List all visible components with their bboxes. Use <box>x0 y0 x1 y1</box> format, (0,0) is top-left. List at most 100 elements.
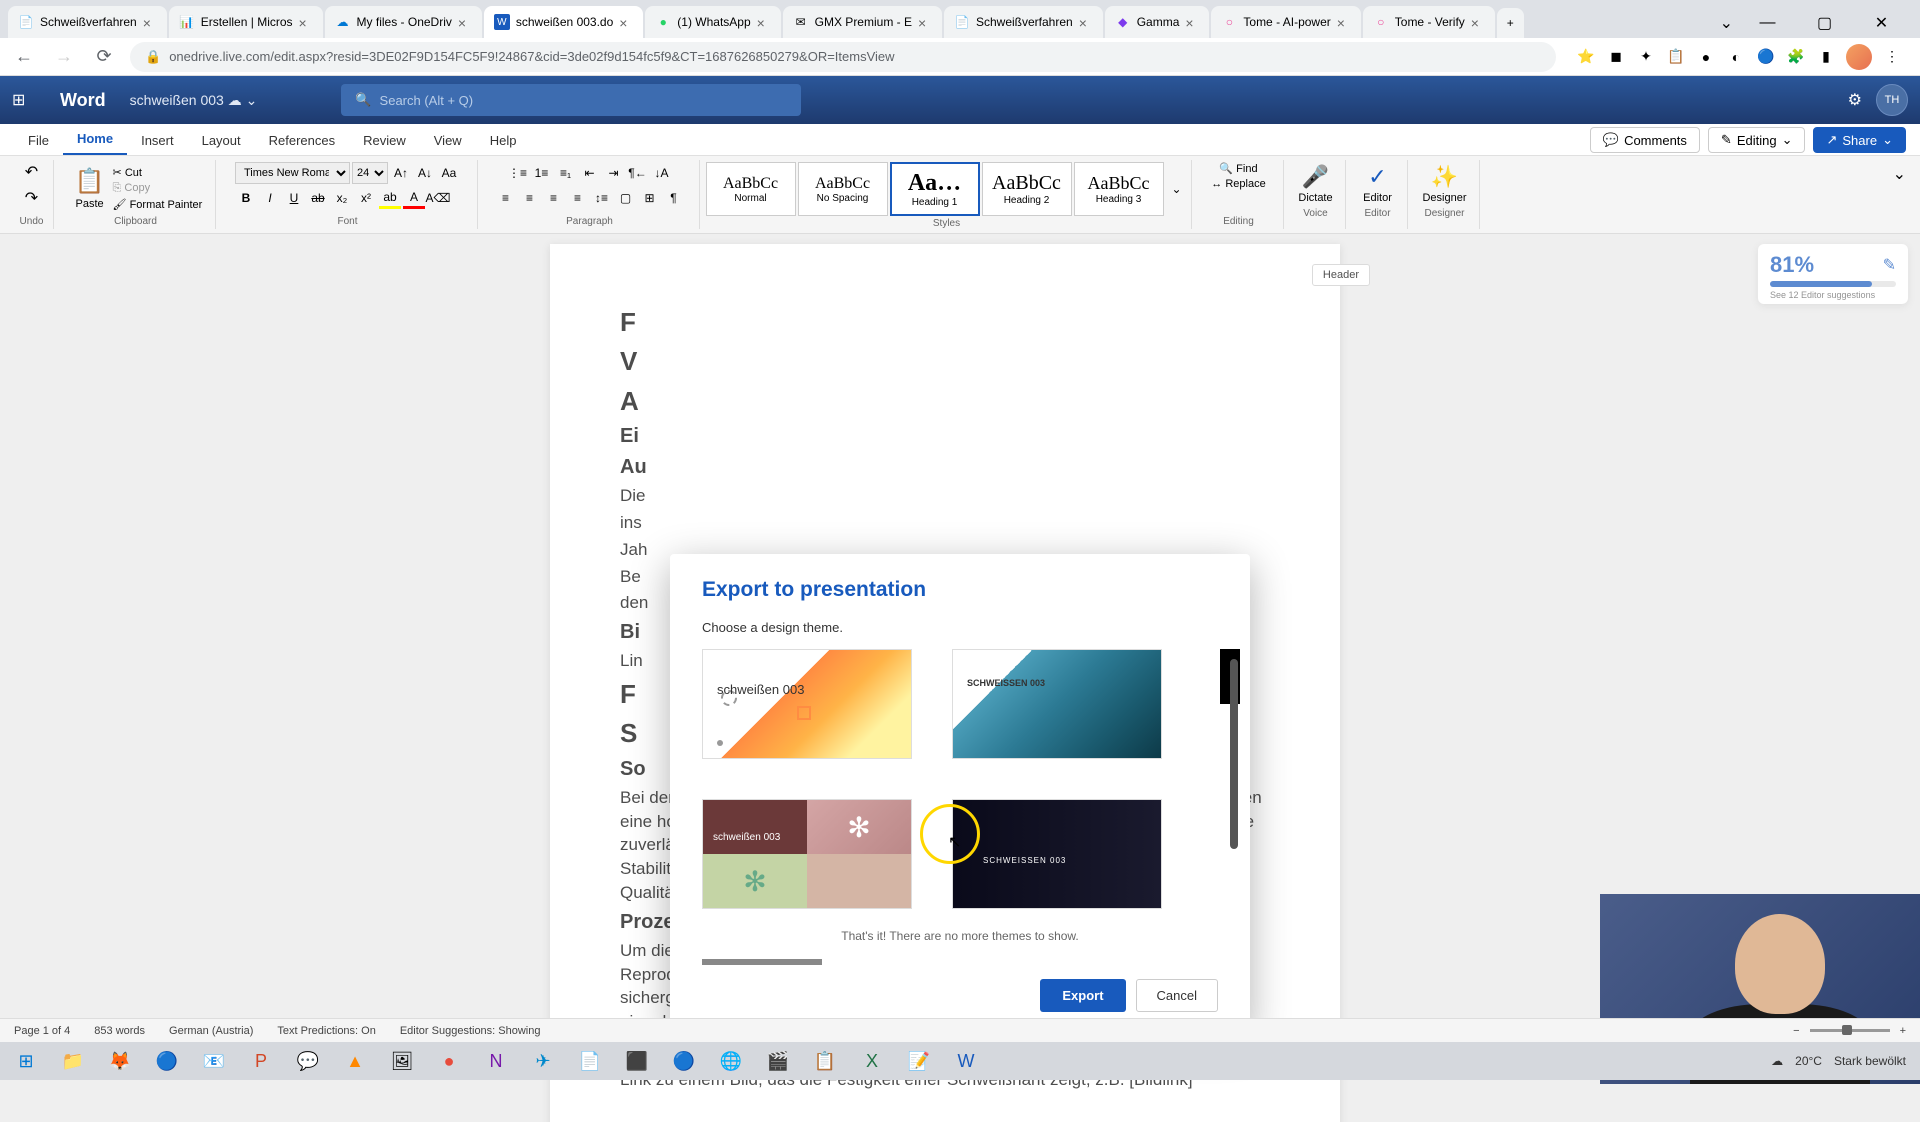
align-left-button[interactable]: ≡ <box>495 187 517 209</box>
dictate-button[interactable]: 🎤 Dictate <box>1292 162 1338 206</box>
copy-button[interactable]: ⎘ Copy <box>113 182 203 195</box>
extension-icon[interactable]: ● <box>1696 47 1716 67</box>
change-case-icon[interactable]: Aa <box>438 162 460 184</box>
close-icon[interactable]: × <box>1471 15 1485 29</box>
borders-button[interactable]: ⊞ <box>639 187 661 209</box>
language-indicator[interactable]: German (Austria) <box>169 1025 253 1037</box>
extension-icon[interactable]: ✦ <box>1636 47 1656 67</box>
app-icon[interactable]: 🌐 <box>709 1044 753 1078</box>
editor-button[interactable]: ✓ Editor <box>1357 162 1398 206</box>
reload-button[interactable]: ⟳ <box>90 43 118 71</box>
telegram-icon[interactable]: ✈ <box>521 1044 565 1078</box>
redo-icon[interactable]: ↷ <box>25 188 38 208</box>
theme-option[interactable]: SCHWEISSEN 003 <box>952 649 1162 759</box>
zoom-slider[interactable] <box>1810 1029 1890 1032</box>
tab-file[interactable]: File <box>14 126 63 155</box>
close-icon[interactable]: × <box>1185 15 1199 29</box>
gear-icon[interactable]: ⚙ <box>1848 90 1862 110</box>
increase-font-icon[interactable]: A↑ <box>390 162 412 184</box>
numbering-button[interactable]: 1≡ <box>531 162 553 184</box>
theme-option[interactable]: schweißen 003 <box>702 649 912 759</box>
word-count[interactable]: 853 words <box>94 1025 145 1037</box>
close-icon[interactable]: × <box>619 15 633 29</box>
editing-mode-button[interactable]: ✎Editing ⌄ <box>1708 127 1806 153</box>
browser-tab[interactable]: ◆Gamma× <box>1105 6 1210 38</box>
clear-format-button[interactable]: A⌫ <box>427 187 449 209</box>
strikethrough-button[interactable]: ab <box>307 187 329 209</box>
bookmarks-icon[interactable]: ▮ <box>1816 47 1836 67</box>
designer-button[interactable]: ✨ Designer <box>1416 162 1472 206</box>
temperature[interactable]: 20°C <box>1795 1054 1822 1068</box>
undo-icon[interactable]: ↶ <box>25 162 38 182</box>
close-button[interactable]: ✕ <box>1859 8 1904 38</box>
suggestions-indicator[interactable]: Editor Suggestions: Showing <box>400 1025 541 1037</box>
scrollbar[interactable] <box>1230 659 1238 849</box>
chrome-icon[interactable]: 🔵 <box>145 1044 189 1078</box>
minimize-button[interactable]: — <box>1745 8 1790 38</box>
forward-button[interactable]: → <box>50 43 78 71</box>
style-heading-1[interactable]: Aa…Heading 1 <box>890 162 980 216</box>
share-button[interactable]: ↗Share ⌄ <box>1813 127 1906 153</box>
style-heading-2[interactable]: AaBbCcHeading 2 <box>982 162 1072 216</box>
app-icon[interactable]: 🔵 <box>662 1044 706 1078</box>
font-color-button[interactable]: A <box>403 187 425 209</box>
address-bar[interactable]: 🔒 onedrive.live.com/edit.aspx?resid=3DE0… <box>130 42 1556 72</box>
zoom-out-button[interactable]: − <box>1793 1025 1799 1037</box>
browser-tab[interactable]: ✉GMX Premium - E× <box>783 6 942 38</box>
multilevel-button[interactable]: ≡₁ <box>555 162 577 184</box>
close-icon[interactable]: × <box>299 15 313 29</box>
cut-button[interactable]: ✂ Cut <box>113 166 203 179</box>
align-right-button[interactable]: ≡ <box>543 187 565 209</box>
user-avatar[interactable]: TH <box>1876 84 1908 116</box>
italic-button[interactable]: I <box>259 187 281 209</box>
zoom-in-button[interactable]: + <box>1900 1025 1906 1037</box>
shading-button[interactable]: ▢ <box>615 187 637 209</box>
show-marks-button[interactable]: ¶ <box>663 187 685 209</box>
close-icon[interactable]: × <box>757 15 771 29</box>
style-heading-3[interactable]: AaBbCcHeading 3 <box>1074 162 1164 216</box>
excel-icon[interactable]: X <box>850 1044 894 1078</box>
extensions-menu-icon[interactable]: 🧩 <box>1786 47 1806 67</box>
chevron-down-icon[interactable]: ⌄ <box>1720 13 1733 33</box>
collapse-ribbon-icon[interactable]: ⌄ <box>1889 160 1910 229</box>
vlc-icon[interactable]: ▲ <box>333 1044 377 1078</box>
find-button[interactable]: 🔍 Find <box>1219 162 1257 175</box>
cancel-button[interactable]: Cancel <box>1136 979 1218 1012</box>
predictions-indicator[interactable]: Text Predictions: On <box>277 1025 375 1037</box>
styles-more-button[interactable]: ⌄ <box>1166 178 1188 200</box>
browser-tab-active[interactable]: Wschweißen 003.do× <box>484 6 643 38</box>
highlight-button[interactable]: ab <box>379 187 401 209</box>
profile-avatar[interactable] <box>1846 44 1872 70</box>
new-tab-button[interactable]: + <box>1497 8 1524 38</box>
browser-tab[interactable]: ○Tome - Verify× <box>1363 6 1495 38</box>
document-name[interactable]: schweißen 003 ☁ ⌄ <box>130 92 258 109</box>
back-button[interactable]: ← <box>10 43 38 71</box>
tab-insert[interactable]: Insert <box>127 126 188 155</box>
app-icon[interactable]: 🖼 <box>380 1044 424 1078</box>
style-normal[interactable]: AaBbCcNormal <box>706 162 796 216</box>
paste-button[interactable]: 📋 Paste <box>69 165 111 212</box>
word-icon[interactable]: W <box>944 1044 988 1078</box>
page-indicator[interactable]: Page 1 of 4 <box>14 1025 70 1037</box>
extension-icon[interactable]: 📋 <box>1666 47 1686 67</box>
powerpoint-icon[interactable]: P <box>239 1044 283 1078</box>
line-spacing-button[interactable]: ↕≡ <box>591 187 613 209</box>
font-select[interactable]: Times New Roman... <box>235 162 350 184</box>
close-icon[interactable]: × <box>143 15 157 29</box>
file-explorer-icon[interactable]: 📁 <box>51 1044 95 1078</box>
browser-tab[interactable]: 📊Erstellen | Micros× <box>169 6 323 38</box>
subscript-button[interactable]: x₂ <box>331 187 353 209</box>
app-icon[interactable]: 📋 <box>803 1044 847 1078</box>
app-icon[interactable]: 💬 <box>286 1044 330 1078</box>
browser-tab[interactable]: ☁My files - OneDriv× <box>325 6 482 38</box>
search-input[interactable]: 🔍 Search (Alt + Q) <box>341 84 801 116</box>
comments-button[interactable]: 💬Comments <box>1590 127 1700 153</box>
format-painter-button[interactable]: 🖌 Format Painter <box>113 198 203 211</box>
app-icon[interactable]: ⬛ <box>615 1044 659 1078</box>
sort-button[interactable]: ↓A <box>651 162 673 184</box>
theme-option[interactable]: SCHWEISSEN 003 <box>952 799 1162 909</box>
tab-review[interactable]: Review <box>349 126 420 155</box>
text-direction-button[interactable]: ¶← <box>627 162 649 184</box>
start-button[interactable]: ⊞ <box>4 1044 48 1078</box>
maximize-button[interactable]: ▢ <box>1802 8 1847 38</box>
